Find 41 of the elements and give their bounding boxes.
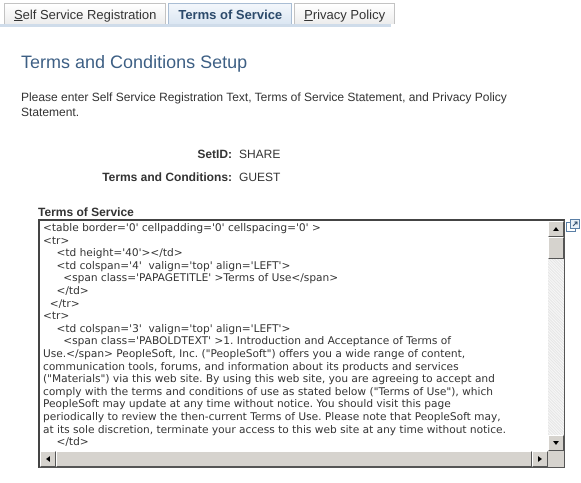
scrollbar-corner (548, 451, 564, 467)
scrollbar-thumb[interactable] (548, 237, 564, 259)
field-value: GUEST (239, 170, 282, 184)
scroll-up-button[interactable] (548, 221, 564, 237)
vertical-scrollbar[interactable] (548, 221, 564, 451)
tab[interactable]: Terms of Service (168, 3, 292, 24)
down-arrow-icon (552, 440, 560, 446)
text-area[interactable] (38, 219, 565, 468)
field-value: SHARE (239, 147, 282, 161)
code-line: </td> (55, 284, 90, 298)
code-line: <table border='0' cellpadding='0' cellspacing='0' > (43, 222, 322, 235)
code-line: comply with the terms and conditions of use as stated below ("Terms of Use"), which (43, 386, 494, 398)
code-line: Use.</span> PeopleSoft, Inc. ("PeopleSoft") offers you a wide range of content, (43, 348, 466, 361)
code-line: <span class='PABOLDTEXT' >1. Introduction and Acceptance of Terms of (62, 335, 452, 348)
scroll-left-button[interactable] (40, 451, 56, 467)
code-line: <span class='PAPAGETITLE' >Terms of Use</span> (62, 272, 340, 285)
instructions: Please enter Self Service Registration Text, Terms of Service Statement, and Privacy Policy Statement. (21, 90, 508, 120)
code-line: periodically to review the then-current Terms of Use. Please note that PeopleSoft may, (43, 410, 502, 424)
scroll-down-button[interactable] (548, 435, 564, 451)
left-arrow-icon (45, 455, 51, 463)
field-label: SetID: (196, 147, 232, 161)
code-line: </tr> (48, 298, 81, 310)
page-title: Terms and Conditions Setup (21, 52, 248, 73)
code-line: <td height='40'></td> (55, 247, 184, 260)
code-line: <td colspan='3' valign='top' align='LEFT'> (55, 322, 292, 336)
code-line: <td colspan='4' valign='top' align='LEFT'> (55, 260, 292, 272)
code-line: ("Materials") via this web site. By using this web site, you are agreeing to accept and (43, 373, 496, 386)
tab[interactable]: Privacy Policy (294, 3, 396, 24)
up-arrow-icon (552, 226, 560, 232)
code-line: <tr> (43, 234, 70, 248)
field-label: Terms and Conditions: (101, 170, 232, 184)
code-line: communication tools, forums, and information about its products and services (43, 360, 460, 374)
code-line: <tr> (43, 310, 70, 323)
editor-label: Terms of Service (38, 205, 135, 219)
expand-icon[interactable] (566, 219, 580, 232)
right-arrow-icon (537, 455, 543, 463)
code-line: PeopleSoft may update at any time without notice. You should visit this page (43, 398, 452, 411)
scroll-right-button[interactable] (532, 451, 548, 467)
tab[interactable]: Self Service Registration (4, 3, 166, 24)
code-line: at its sole discretion, terminate your access to this web site at any time without notice. (43, 424, 507, 436)
code-line: </td> (55, 436, 90, 449)
